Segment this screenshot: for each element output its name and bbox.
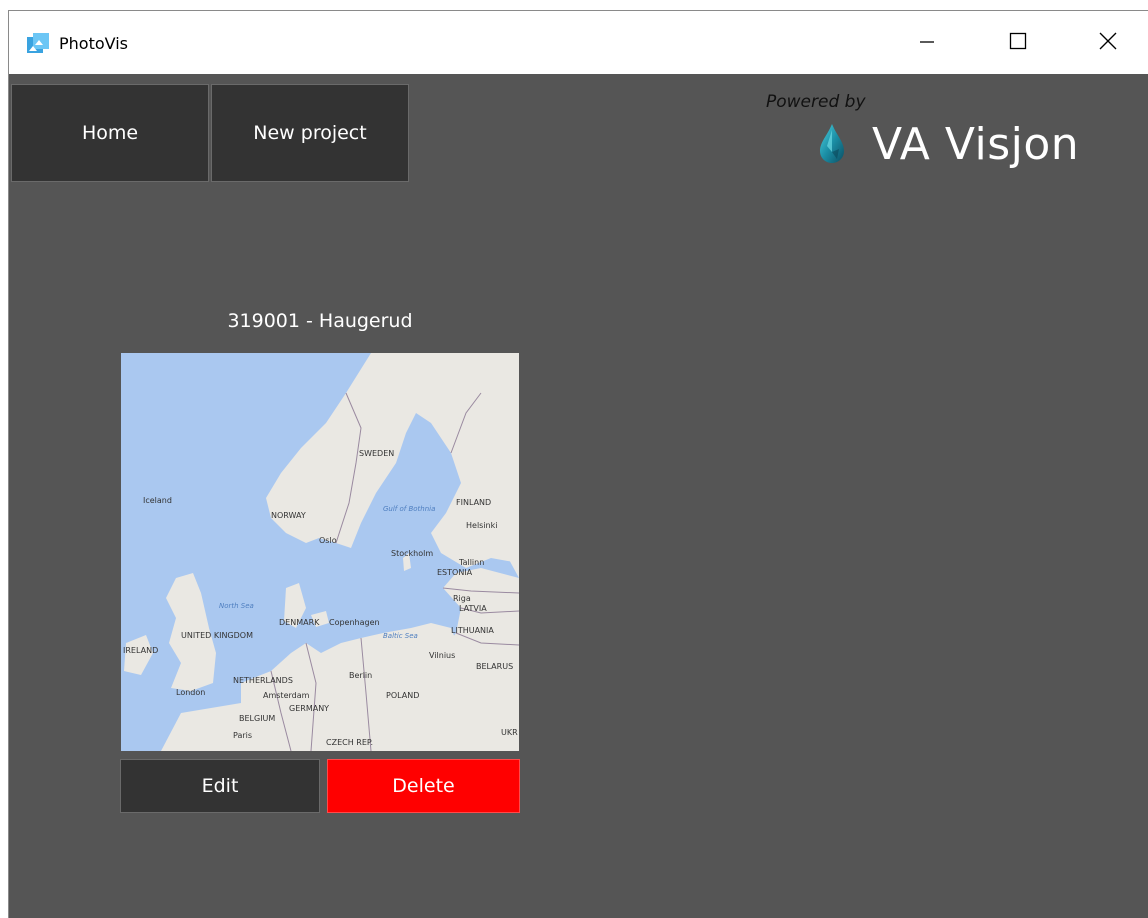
photovis-icon — [27, 33, 49, 55]
map-label-poland: POLAND — [386, 691, 419, 700]
map-label-paris: Paris — [233, 731, 252, 740]
map-label-lithuania: LITHUANIA — [451, 626, 494, 635]
project-map-thumbnail[interactable]: SWEDEN NORWAY FINLAND Oslo Stockholm Hel… — [121, 353, 519, 751]
main-content: Home New project Powered by VA Visjon 31… — [9, 74, 1148, 918]
map-label-czech: CZECH REP. — [326, 738, 373, 747]
map-label-denmark: DENMARK — [279, 618, 320, 627]
map-label-tallinn: Tallinn — [458, 558, 484, 567]
map-label-sweden: SWEDEN — [359, 449, 394, 458]
map-label-united-kingdom: UNITED KINGDOM — [181, 631, 253, 640]
map-label-ukraine: UKR — [501, 728, 518, 737]
map-label-berlin: Berlin — [349, 671, 372, 680]
map-label-amsterdam: Amsterdam — [263, 691, 310, 700]
minimize-icon — [919, 33, 935, 53]
map-label-oslo: Oslo — [319, 536, 337, 545]
close-button[interactable] — [1085, 11, 1131, 74]
map-label-estonia: ESTONIA — [437, 568, 473, 577]
map-label-ireland: IRELAND — [123, 646, 158, 655]
water-drop-icon — [817, 122, 847, 164]
delete-button[interactable]: Delete — [327, 759, 520, 813]
map-label-belgium: BELGIUM — [239, 714, 275, 723]
maximize-icon — [1009, 32, 1027, 54]
map-label-helsinki: Helsinki — [466, 521, 497, 530]
map-label-vilnius: Vilnius — [429, 651, 455, 660]
maximize-button[interactable] — [995, 11, 1041, 74]
edit-button[interactable]: Edit — [120, 759, 320, 813]
project-title: 319001 - Haugerud — [227, 310, 413, 332]
close-icon — [1099, 32, 1117, 54]
minimize-button[interactable] — [904, 11, 950, 74]
map-label-london: London — [176, 688, 205, 697]
home-button[interactable]: Home — [11, 84, 209, 182]
title-bar[interactable]: PhotoVis — [9, 11, 1148, 74]
new-project-button[interactable]: New project — [211, 84, 409, 182]
map-label-latvia: LATVIA — [459, 604, 487, 613]
map-label-netherlands: NETHERLANDS — [233, 676, 293, 685]
map-label-riga: Riga — [453, 594, 471, 603]
map-label-iceland: Iceland — [143, 496, 172, 505]
map-label-norway: NORWAY — [271, 511, 306, 520]
map-label-gulf-bothnia: Gulf of Bothnia — [383, 505, 435, 513]
map-label-copenhagen: Copenhagen — [329, 618, 380, 627]
app-window: PhotoVis Home New project Powered by VA … — [8, 10, 1148, 918]
map-label-baltic-sea: Baltic Sea — [383, 632, 418, 640]
map-label-germany: GERMANY — [289, 704, 329, 713]
map-label-stockholm: Stockholm — [391, 549, 433, 558]
window-title: PhotoVis — [59, 34, 129, 53]
map-label-finland: FINLAND — [456, 498, 491, 507]
map-label-belarus: BELARUS — [476, 662, 513, 671]
powered-by-label: Powered by — [766, 92, 866, 112]
brand-name: VA Visjon — [872, 119, 1080, 170]
map-label-north-sea: North Sea — [219, 602, 254, 610]
